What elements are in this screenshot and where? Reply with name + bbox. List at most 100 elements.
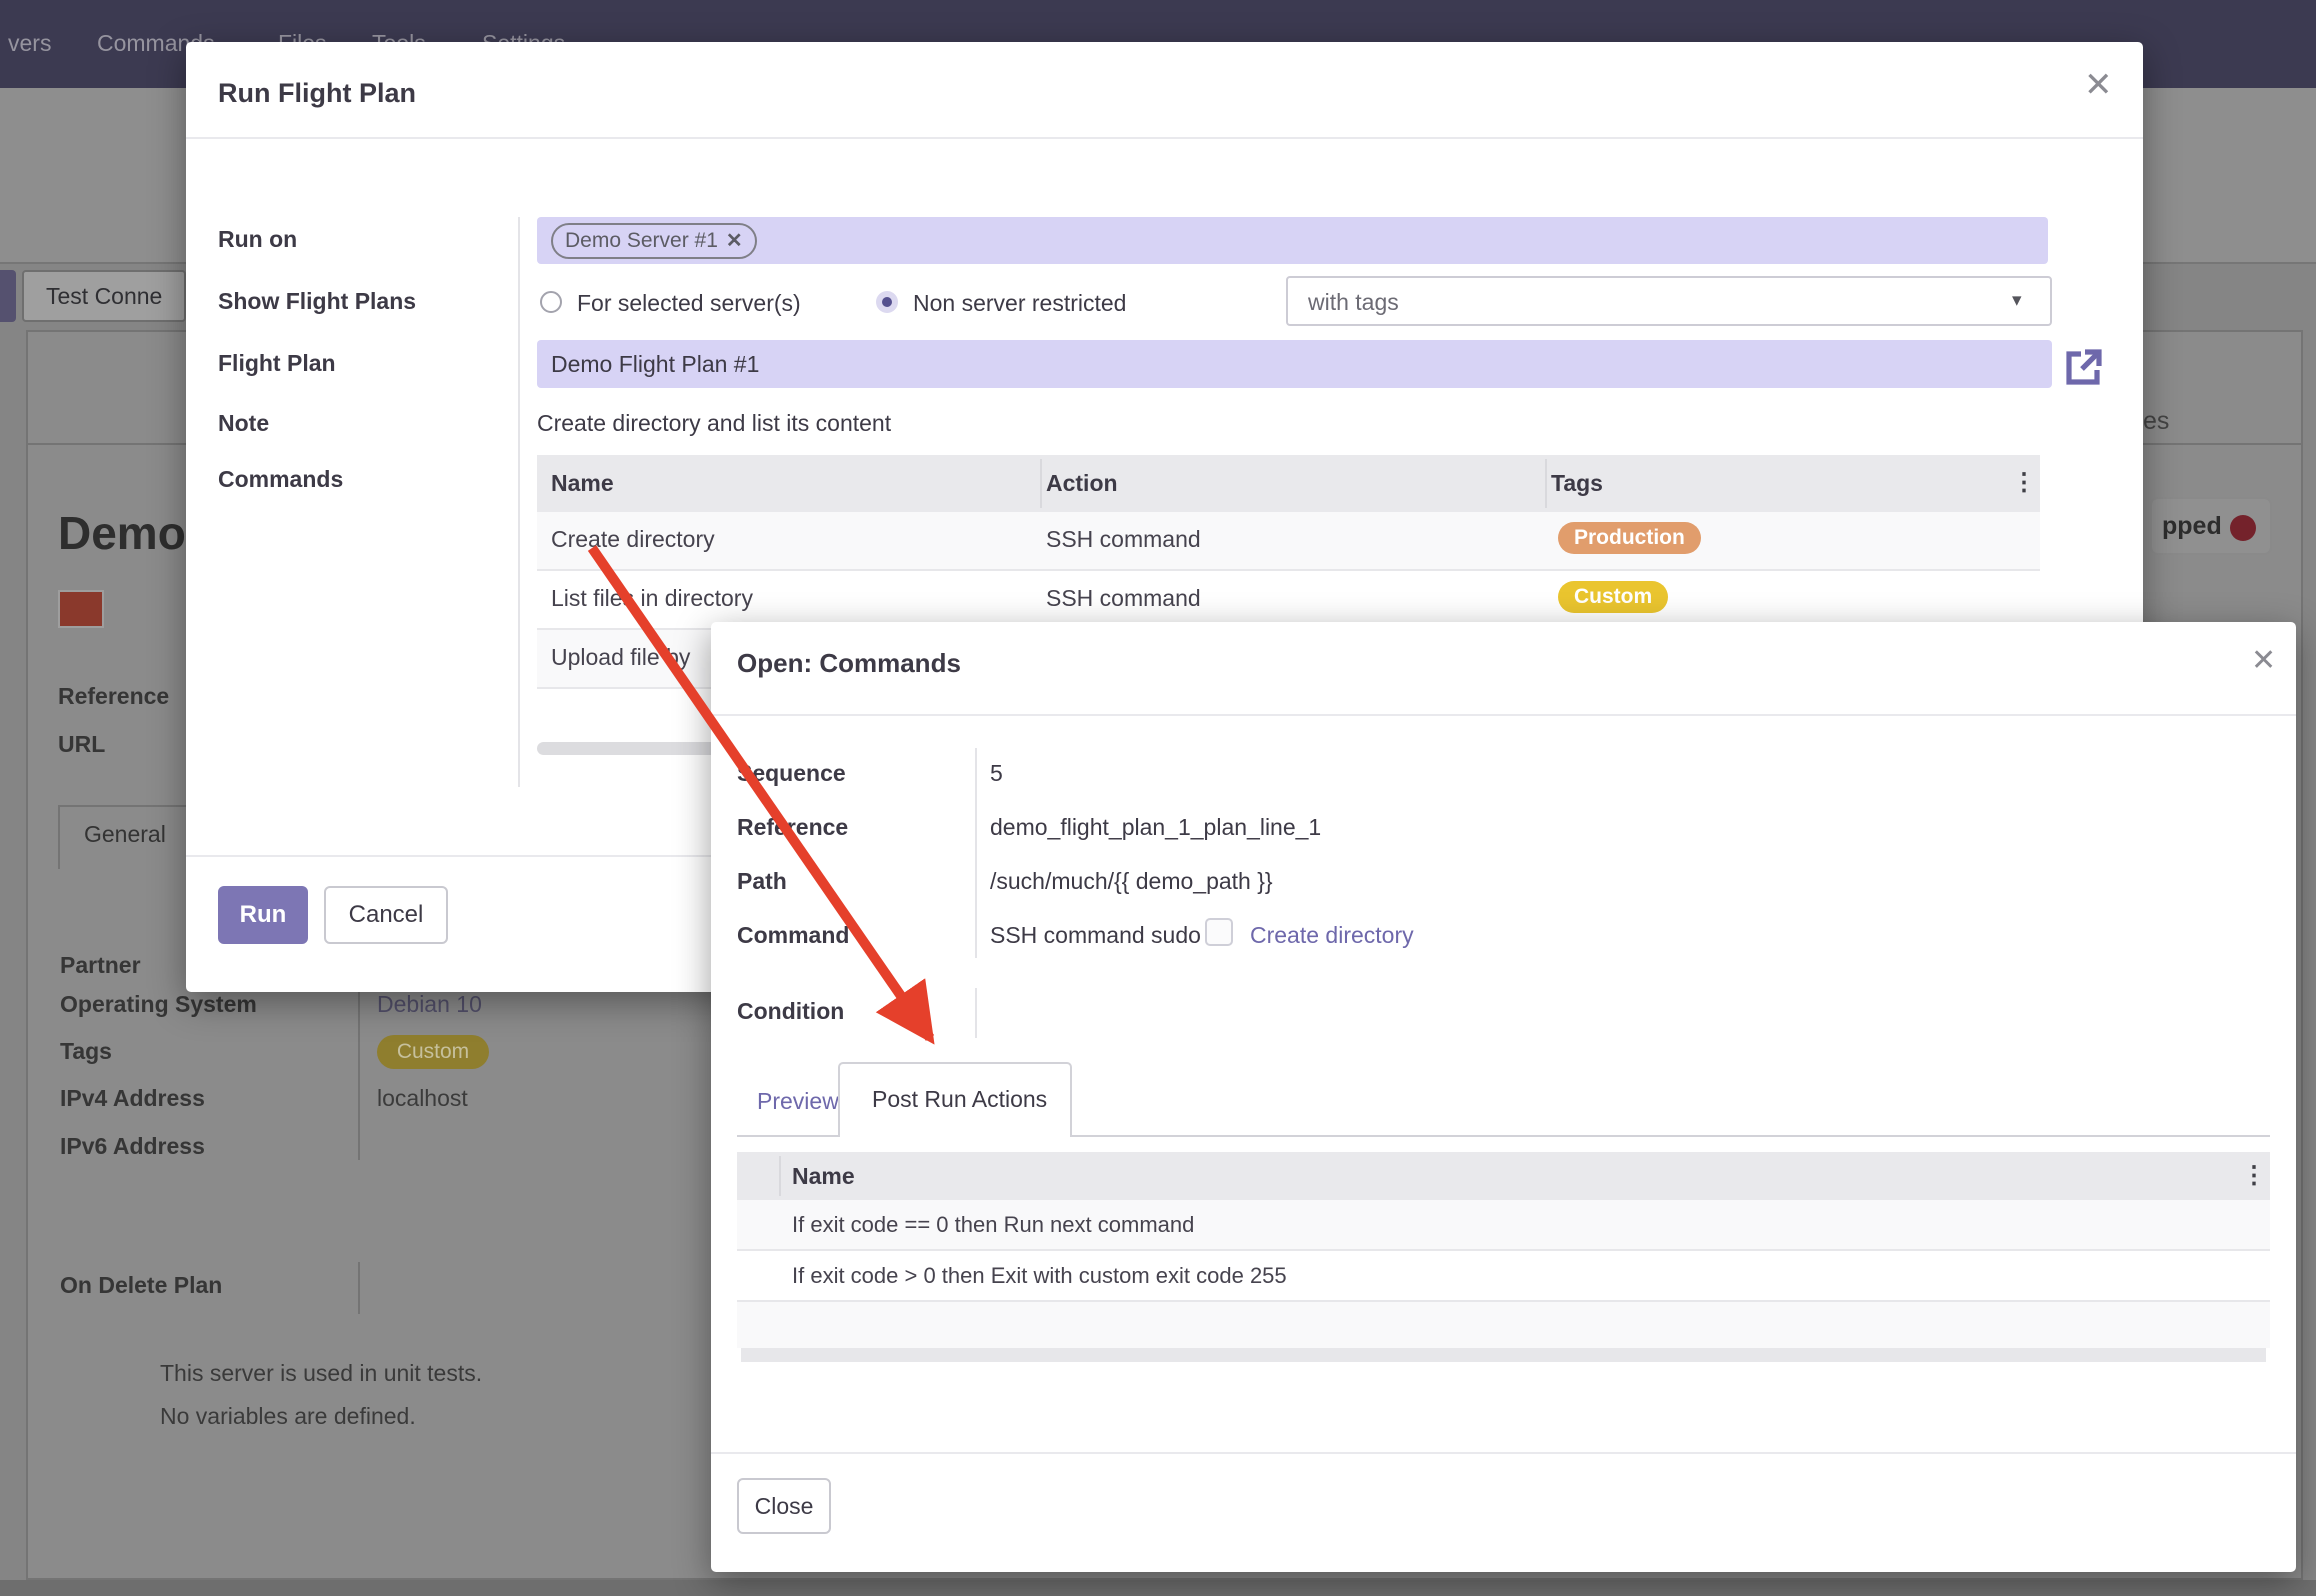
status-label-fragment: pped [2162, 512, 2222, 541]
table-options-icon[interactable]: ⋮ [2242, 1161, 2266, 1190]
commands-label: Commands [218, 466, 343, 493]
on-delete-plan-label: On Delete Plan [60, 1272, 222, 1299]
tags-label: Tags [60, 1038, 112, 1065]
reference-label: Reference [58, 683, 169, 710]
show-flight-plans-label: Show Flight Plans [218, 288, 416, 315]
server-name-heading: Demo [58, 506, 186, 560]
command-value: SSH command sudo [990, 922, 1201, 949]
os-label: Operating System [60, 991, 257, 1018]
label-field-separator [518, 217, 520, 787]
col-divider [1040, 459, 1042, 508]
unit-test-note-line2: No variables are defined. [160, 1403, 416, 1430]
close-button[interactable]: Close [737, 1478, 831, 1534]
test-connection-label: Test Conne [46, 283, 184, 310]
ipv6-label: IPv6 Address [60, 1133, 205, 1160]
tag-custom: Custom [1558, 581, 1668, 613]
unit-test-note-line1: This server is used in unit tests. [160, 1360, 482, 1387]
row-name: If exit code == 0 then Run next command [792, 1212, 1194, 1238]
col-divider [1545, 459, 1547, 508]
table-row[interactable]: If exit code == 0 then Run next command [737, 1200, 2270, 1249]
ipv4-value: localhost [377, 1085, 468, 1112]
nav-item-servers[interactable]: vers [8, 30, 51, 57]
row-name: List files in directory [551, 585, 753, 612]
flight-plan-label: Flight Plan [218, 350, 336, 377]
radio-non-server-restricted[interactable] [876, 291, 898, 313]
reference-label: Reference [737, 814, 848, 841]
tab-post-run-actions[interactable]: Post Run Actions [838, 1062, 1072, 1137]
external-link-icon[interactable] [2063, 348, 2103, 386]
run-button[interactable]: Run [218, 886, 308, 944]
cancel-button[interactable]: Cancel [324, 886, 448, 944]
close-icon[interactable]: ✕ [2251, 644, 2276, 678]
col-action[interactable]: Action [1046, 470, 1118, 497]
table-row-empty [737, 1302, 2270, 1348]
condition-label: Condition [737, 998, 844, 1025]
radio-non-server-restricted-label[interactable]: Non server restricted [913, 290, 1126, 317]
server-tag-chip[interactable]: Demo Server #1 ✕ [551, 223, 757, 259]
server-color-swatch[interactable] [58, 590, 104, 628]
server-tag-label: Demo Server #1 [565, 229, 718, 252]
sudo-checkbox[interactable] [1205, 918, 1233, 946]
with-tags-select[interactable]: with tags ▾ [1286, 276, 2052, 326]
tab-preview[interactable]: Preview [757, 1088, 839, 1115]
radio-for-selected-servers-label[interactable]: For selected server(s) [577, 290, 801, 317]
row-action: SSH command [1046, 526, 1201, 553]
row-name: If exit code > 0 then Exit with custom e… [792, 1263, 1287, 1289]
url-label: URL [58, 731, 105, 758]
radio-for-selected-servers[interactable] [540, 291, 562, 313]
row-name: Create directory [551, 526, 715, 553]
modal-title: Open: Commands [737, 648, 961, 679]
tag-production: Production [1558, 522, 1701, 554]
col-name[interactable]: Name [792, 1163, 855, 1190]
modal-title: Run Flight Plan [218, 78, 416, 109]
col-tags[interactable]: Tags [1551, 470, 1603, 497]
command-label: Command [737, 922, 849, 949]
table-options-icon[interactable]: ⋮ [2012, 468, 2036, 497]
reference-value: demo_flight_plan_1_plan_line_1 [990, 814, 1321, 841]
commands-table-header: Name Action Tags ⋮ [537, 455, 2040, 512]
bg-field-separator [358, 985, 360, 1160]
with-tags-value: with tags [1308, 289, 1399, 316]
modal-header-divider [711, 714, 2296, 716]
flight-plan-select[interactable]: Demo Flight Plan #1 ▾ [537, 340, 2052, 388]
bg-field-separator-2 [358, 1262, 360, 1314]
run-on-label: Run on [218, 226, 297, 253]
table-row[interactable]: List files in directory SSH command Cust… [537, 571, 2040, 628]
note-label: Note [218, 410, 269, 437]
status-dot-icon [2230, 515, 2256, 541]
screenshot-stage: vers Commands Files Tools Settings Test … [0, 0, 2316, 1596]
tag-custom-dimmed: Custom [377, 1035, 489, 1069]
row-name: Upload file by [551, 644, 690, 671]
command-link[interactable]: Create directory [1250, 922, 1414, 949]
open-commands-modal: Open: Commands ✕ Sequence Reference Path… [711, 622, 2296, 1572]
table-row[interactable]: Create directory SSH command Production [537, 512, 2040, 569]
page-bottom-strip [0, 1580, 2316, 1596]
label-field-separator [975, 748, 977, 958]
actions-table-header: Name ⋮ [737, 1152, 2270, 1200]
table-row[interactable]: If exit code > 0 then Exit with custom e… [737, 1251, 2270, 1300]
server-status-button[interactable]: pped [2150, 497, 2272, 555]
test-connection-button[interactable]: Test Conne [22, 270, 186, 322]
sequence-value: 5 [990, 760, 1003, 787]
path-value: /such/much/{{ demo_path }} [990, 868, 1273, 895]
right-text-fragment: es [2143, 407, 2169, 436]
new-button-fragment[interactable] [0, 270, 16, 322]
modal-header-divider [186, 137, 2143, 139]
flight-plan-value: Demo Flight Plan #1 [551, 351, 759, 378]
chevron-down-icon: ▾ [2012, 289, 2022, 312]
partner-label: Partner [60, 952, 141, 979]
ipv4-label: IPv4 Address [60, 1085, 205, 1112]
row-action: SSH command [1046, 585, 1201, 612]
remove-tag-icon[interactable]: ✕ [726, 230, 743, 252]
os-value-link[interactable]: Debian 10 [377, 991, 482, 1018]
modal-footer-divider [711, 1452, 2296, 1454]
note-value: Create directory and list its content [537, 410, 891, 437]
table-footer-bar [741, 1348, 2266, 1362]
run-on-multiselect[interactable]: Demo Server #1✕ ▾ [537, 217, 2048, 264]
col-name[interactable]: Name [551, 470, 614, 497]
bg-right-divider [2143, 262, 2316, 264]
close-icon[interactable]: ✕ [2084, 68, 2113, 102]
sequence-label: Sequence [737, 760, 846, 787]
tab-post-run-actions-label: Post Run Actions [872, 1086, 1070, 1113]
condition-separator [975, 988, 977, 1038]
